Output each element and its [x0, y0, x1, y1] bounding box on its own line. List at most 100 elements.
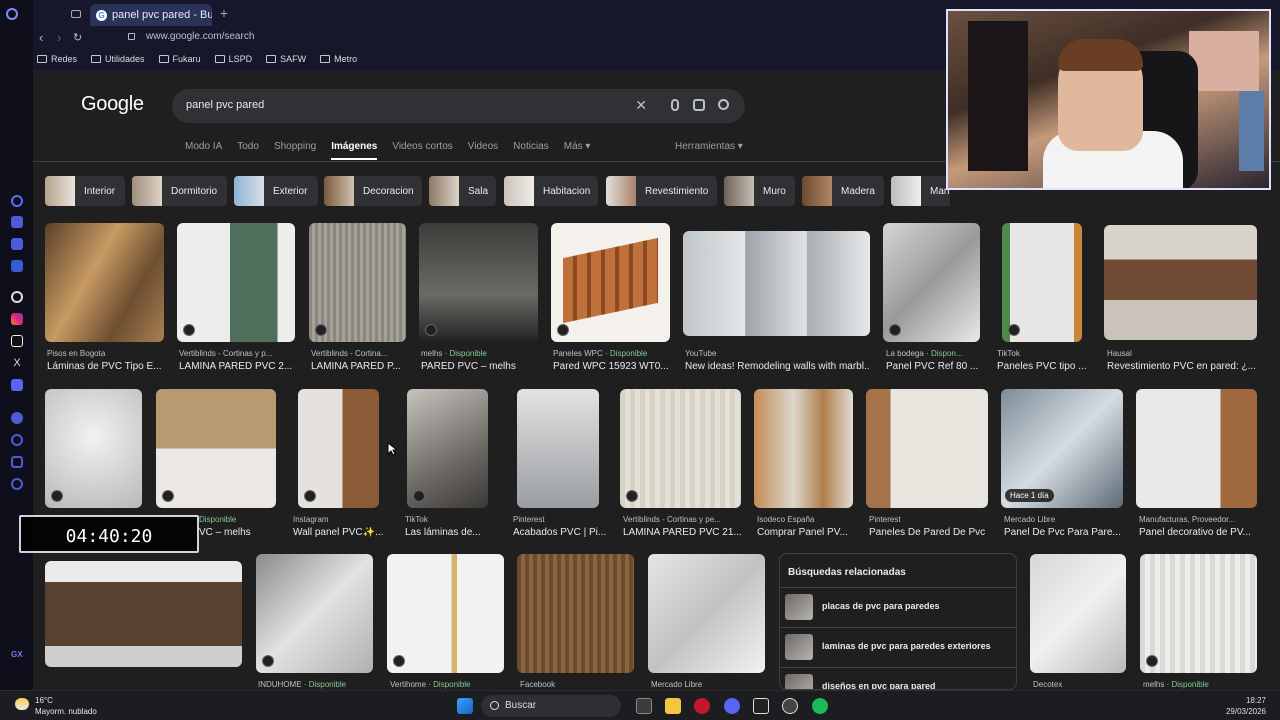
image-result[interactable]: [648, 554, 765, 673]
opera-gx-icon[interactable]: [694, 698, 710, 714]
image-title[interactable]: Pared WPC 15923 WT0...: [553, 361, 673, 374]
sidebar-app-icon[interactable]: [11, 412, 23, 424]
search-box[interactable]: panel pvc pared ✕: [172, 89, 745, 123]
image-source[interactable]: Hausal: [1107, 349, 1257, 360]
forward-icon[interactable]: ›: [57, 30, 61, 45]
image-title[interactable]: New ideas! Remodeling walls with marbl..…: [685, 361, 870, 374]
image-title[interactable]: Las láminas de...: [405, 527, 495, 540]
bookmark-folder[interactable]: Fukaru: [158, 54, 201, 64]
weather-widget[interactable]: 16°C Mayorm. nublado: [35, 695, 97, 717]
settings-icon[interactable]: [11, 478, 23, 490]
tab-modo-ia[interactable]: Modo IA: [185, 141, 222, 160]
image-source[interactable]: Pinterest: [869, 515, 989, 526]
audio-app-icon[interactable]: [753, 698, 769, 714]
tab-videos[interactable]: Videos: [468, 141, 498, 160]
image-result[interactable]: [1140, 554, 1257, 673]
image-result[interactable]: [883, 223, 980, 342]
bookmark-folder[interactable]: SAFW: [266, 54, 306, 64]
image-title[interactable]: Paneles PVC tipo ...: [997, 361, 1087, 374]
taskbar-search[interactable]: Buscar: [481, 695, 621, 717]
bookmark-folder[interactable]: Utilidades: [91, 54, 145, 64]
image-result[interactable]: [517, 389, 599, 508]
image-title[interactable]: LAMINA PARED PVC 2...: [179, 361, 297, 374]
tab-google-search[interactable]: G panel pvc pared - Buscar c: [90, 4, 212, 26]
image-result[interactable]: [517, 554, 634, 673]
image-title[interactable]: LAMINA PARED PVC 21...: [623, 527, 743, 540]
history-icon[interactable]: [11, 434, 23, 446]
chip-decoracion[interactable]: Decoracion: [324, 176, 422, 206]
file-explorer-icon[interactable]: [665, 698, 681, 714]
related-item[interactable]: diseños en pvc para pared: [780, 667, 1016, 689]
tab-imagenes[interactable]: Imágenes: [331, 141, 378, 160]
image-title[interactable]: Revestimiento PVC en pared: ¿...: [1107, 361, 1257, 374]
discord-icon[interactable]: [724, 698, 740, 714]
chip-interior[interactable]: Interior: [45, 176, 125, 206]
discord-icon[interactable]: [11, 379, 23, 391]
obs-icon[interactable]: [782, 698, 798, 714]
tiktok-icon[interactable]: [11, 335, 23, 347]
instagram-icon[interactable]: [11, 313, 23, 325]
image-title[interactable]: Panel De Pvc Para Pare...: [1004, 527, 1124, 540]
weather-icon[interactable]: [15, 698, 29, 710]
chip-muro[interactable]: Muro: [724, 176, 795, 206]
windows-start-icon[interactable]: [457, 698, 473, 714]
image-result[interactable]: [620, 389, 741, 508]
image-source[interactable]: Vertiblinds - Cortinas y pe...: [623, 515, 743, 526]
image-source[interactable]: YouTube: [685, 349, 870, 360]
image-title[interactable]: Wall panel PVC✨...: [293, 527, 393, 540]
sidebar-app-icon[interactable]: [11, 260, 23, 272]
google-logo[interactable]: Google: [81, 93, 144, 116]
image-source[interactable]: TikTok: [997, 349, 1087, 360]
image-source[interactable]: Mercado Libre: [1004, 515, 1124, 526]
image-result[interactable]: [156, 389, 276, 508]
image-result[interactable]: [407, 389, 488, 508]
image-title[interactable]: VC – melhs: [199, 527, 279, 540]
image-source[interactable]: Vertiblinds - Cortina...: [311, 349, 409, 360]
tab-mas[interactable]: Más ▾: [564, 141, 591, 160]
image-source[interactable]: Paneles WPC · Disponible: [553, 349, 673, 360]
image-title[interactable]: Comprar Panel PV...: [757, 527, 857, 540]
image-result[interactable]: [1104, 225, 1257, 340]
spotify-icon[interactable]: [812, 698, 828, 714]
extensions-icon[interactable]: [11, 456, 23, 468]
task-view-icon[interactable]: [636, 698, 652, 714]
chip-revestimiento[interactable]: Revestimiento: [606, 176, 717, 206]
sidebar-app-icon[interactable]: [11, 216, 23, 228]
tools-button[interactable]: Herramientas ▾: [675, 141, 743, 152]
system-clock[interactable]: 18:27 29/03/2026: [1226, 695, 1266, 717]
x-icon[interactable]: X: [11, 357, 23, 369]
bookmark-folder[interactable]: LSPD: [214, 54, 252, 64]
chip-dormitorio[interactable]: Dormitorio: [132, 176, 227, 206]
image-source[interactable]: Vertiblinds - Cortinas y p...: [179, 349, 297, 360]
image-source[interactable]: melhs · Disponible: [421, 349, 541, 360]
tab-shopping[interactable]: Shopping: [274, 141, 316, 160]
clear-icon[interactable]: ✕: [635, 97, 647, 114]
image-title[interactable]: Acabados PVC | Pi...: [513, 527, 608, 540]
image-result[interactable]: [45, 561, 242, 667]
image-source[interactable]: Pisos en Bogota: [47, 349, 167, 360]
image-result[interactable]: [1136, 389, 1257, 508]
image-title[interactable]: Láminas de PVC Tipo E...: [47, 361, 167, 374]
search-icon[interactable]: [718, 99, 729, 110]
image-result[interactable]: [866, 389, 988, 508]
tab-noticias[interactable]: Noticias: [513, 141, 549, 160]
back-icon[interactable]: ‹: [39, 30, 43, 45]
tab-videos-cortos[interactable]: Videos cortos: [392, 141, 452, 160]
image-result[interactable]: [387, 554, 504, 673]
image-source[interactable]: Disponible: [199, 515, 279, 526]
tab-list-icon[interactable]: [71, 10, 81, 18]
tab-todo[interactable]: Todo: [237, 141, 259, 160]
image-result[interactable]: [298, 389, 379, 508]
image-title[interactable]: Panel decorativo de PV...: [1139, 527, 1257, 540]
related-item[interactable]: laminas de pvc para paredes exteriores: [780, 627, 1016, 665]
lock-icon[interactable]: [128, 33, 135, 40]
microphone-icon[interactable]: [671, 99, 679, 111]
chip-madera[interactable]: Madera: [802, 176, 884, 206]
image-result[interactable]: Hace 1 día: [1001, 389, 1123, 508]
image-result[interactable]: [256, 554, 373, 673]
image-result[interactable]: [754, 389, 853, 508]
new-tab-button[interactable]: +: [217, 6, 231, 20]
sidebar-app-icon[interactable]: [11, 195, 23, 207]
image-source[interactable]: Pinterest: [513, 515, 608, 526]
image-source[interactable]: La bodega · Dispon...: [886, 349, 983, 360]
